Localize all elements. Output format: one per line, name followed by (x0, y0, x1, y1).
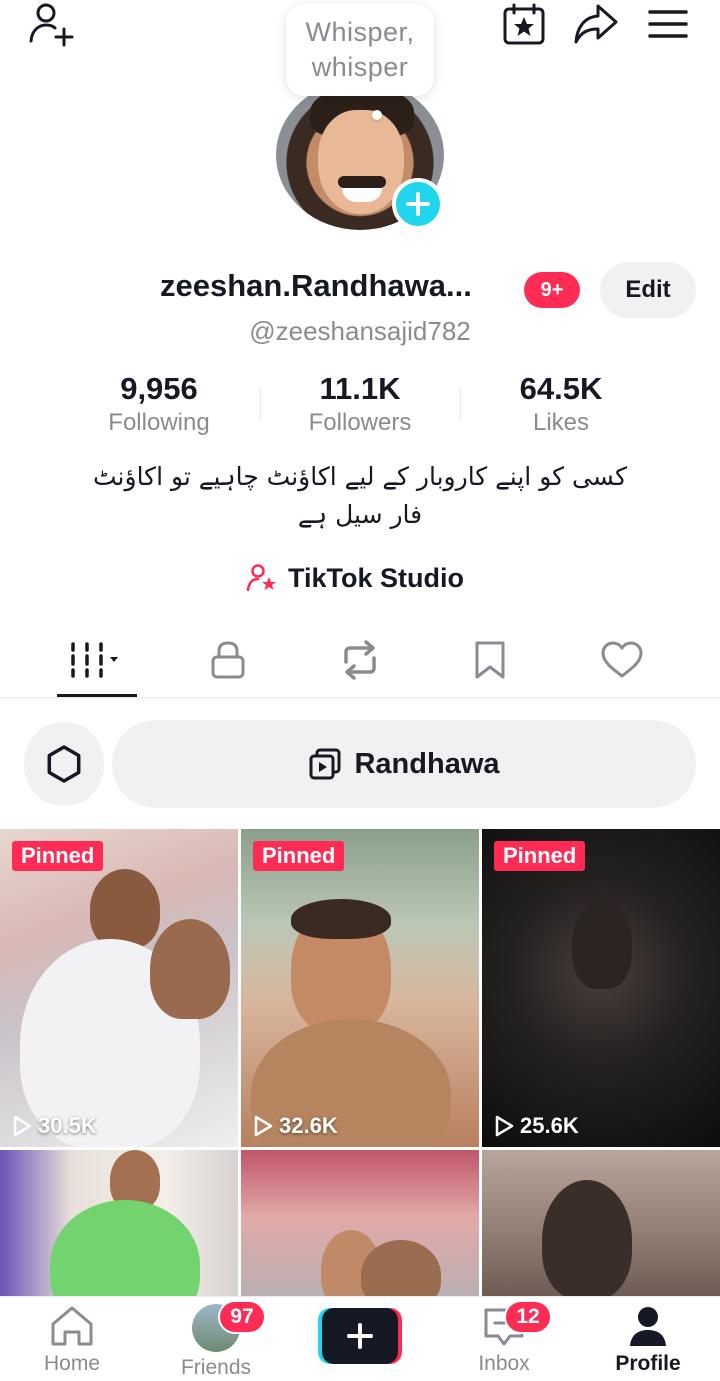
note-bubble[interactable]: Whisper, whisper (286, 4, 434, 96)
video-thumbnail-figure (50, 1200, 200, 1300)
grid-icon (71, 642, 118, 678)
view-count-value: 30.5K (38, 1113, 97, 1138)
inbox-badge: 12 (504, 1300, 552, 1334)
studio-icon (246, 564, 276, 592)
video-tile[interactable] (0, 1150, 238, 1300)
tab-reposts[interactable] (320, 634, 400, 686)
video-thumbnail-figure (572, 899, 632, 989)
nav-home-label: Home (43, 1352, 101, 1375)
bio-line-1: کسی کو اپنے کاروبار کے لیے اکاؤنٹ چاہیے … (92, 462, 628, 491)
grid-settings-button[interactable] (24, 722, 104, 806)
tab-saved[interactable] (450, 634, 530, 686)
collection-label: Randhawa (354, 747, 500, 780)
note-line-1: Whisper, (305, 17, 415, 47)
view-count: 25.6K (494, 1113, 579, 1139)
video-tile[interactable]: Pinned 32.6K (241, 829, 479, 1147)
followers-count: 11.1K (319, 371, 401, 406)
nav-inbox-label: Inbox (478, 1352, 530, 1375)
pinned-badge: Pinned (12, 841, 104, 871)
view-count: 32.6K (253, 1113, 338, 1139)
studio-label: TikTok Studio (288, 562, 465, 593)
create-button[interactable] (318, 1308, 402, 1364)
tiktok-studio-link[interactable]: TikTok Studio (246, 558, 464, 598)
view-count-value: 25.6K (520, 1113, 579, 1138)
nav-home[interactable]: Home (12, 1304, 132, 1380)
collection-icon (309, 748, 341, 780)
video-thumbnail-figure (542, 1180, 632, 1300)
plus-icon (406, 192, 430, 216)
creator-calendar-icon[interactable] (498, 0, 550, 48)
heart-icon (601, 641, 643, 678)
profile-icon (630, 1307, 666, 1346)
likes-label: Likes (532, 409, 590, 436)
following-label: Following (108, 409, 210, 436)
notification-badge[interactable]: 9+ (524, 272, 580, 308)
repost-icon (344, 640, 376, 680)
likes-count: 64.5K (519, 371, 603, 406)
share-icon[interactable] (568, 0, 624, 48)
add-friend-icon[interactable] (24, 0, 80, 48)
bubble-tail (372, 110, 382, 120)
edit-profile-button[interactable]: Edit (600, 262, 696, 318)
gear-icon (47, 745, 81, 783)
collection-filter[interactable]: Randhawa (112, 720, 696, 808)
pinned-badge: Pinned (494, 841, 586, 871)
video-tile[interactable]: Pinned 25.6K (482, 829, 720, 1147)
play-icon (254, 1115, 273, 1137)
video-tile[interactable] (241, 1150, 479, 1300)
nav-friends-label: Friends (180, 1356, 252, 1379)
following-count: 9,956 (120, 371, 198, 406)
bio: کسی کو اپنے کاروبار کے لیے اکاؤنٹ چاہیے … (80, 458, 640, 534)
note-line-2: whisper (311, 52, 409, 82)
video-thumbnail-figure (361, 1240, 441, 1300)
friends-badge: 97 (218, 1300, 266, 1334)
lock-icon (211, 641, 245, 679)
tab-liked[interactable] (582, 634, 662, 686)
play-icon (495, 1115, 514, 1137)
video-tile[interactable] (482, 1150, 720, 1300)
plus-icon (347, 1323, 373, 1349)
view-count-value: 32.6K (279, 1113, 338, 1138)
likes-stat[interactable]: 64.5K Likes (461, 370, 661, 438)
bio-line-2: فار سیل ہے (297, 500, 423, 529)
username: @zeeshansajid782 (249, 316, 471, 346)
tab-private[interactable] (188, 634, 268, 686)
menu-icon[interactable] (644, 0, 692, 48)
tab-videos[interactable] (57, 634, 137, 686)
nav-profile-label: Profile (615, 1352, 681, 1375)
add-avatar-button[interactable] (392, 178, 444, 230)
view-count: 30.5K (12, 1113, 97, 1139)
tabs-divider (0, 697, 720, 698)
video-tile[interactable]: Pinned 30.5K (0, 829, 238, 1147)
video-thumbnail-figure (90, 869, 160, 949)
nav-profile[interactable]: Profile (588, 1304, 708, 1380)
followers-label: Followers (308, 409, 412, 436)
pinned-badge: Pinned (253, 841, 345, 871)
home-icon (51, 1306, 93, 1346)
bookmark-icon (475, 641, 505, 679)
display-name: zeeshan.Randhawa... (160, 268, 472, 303)
play-icon (13, 1115, 32, 1137)
video-thumbnail-figure (150, 919, 230, 1019)
followers-stat[interactable]: 11.1K Followers (260, 370, 460, 438)
video-thumbnail-figure (291, 899, 391, 939)
following-stat[interactable]: 9,956 Following (59, 370, 259, 438)
